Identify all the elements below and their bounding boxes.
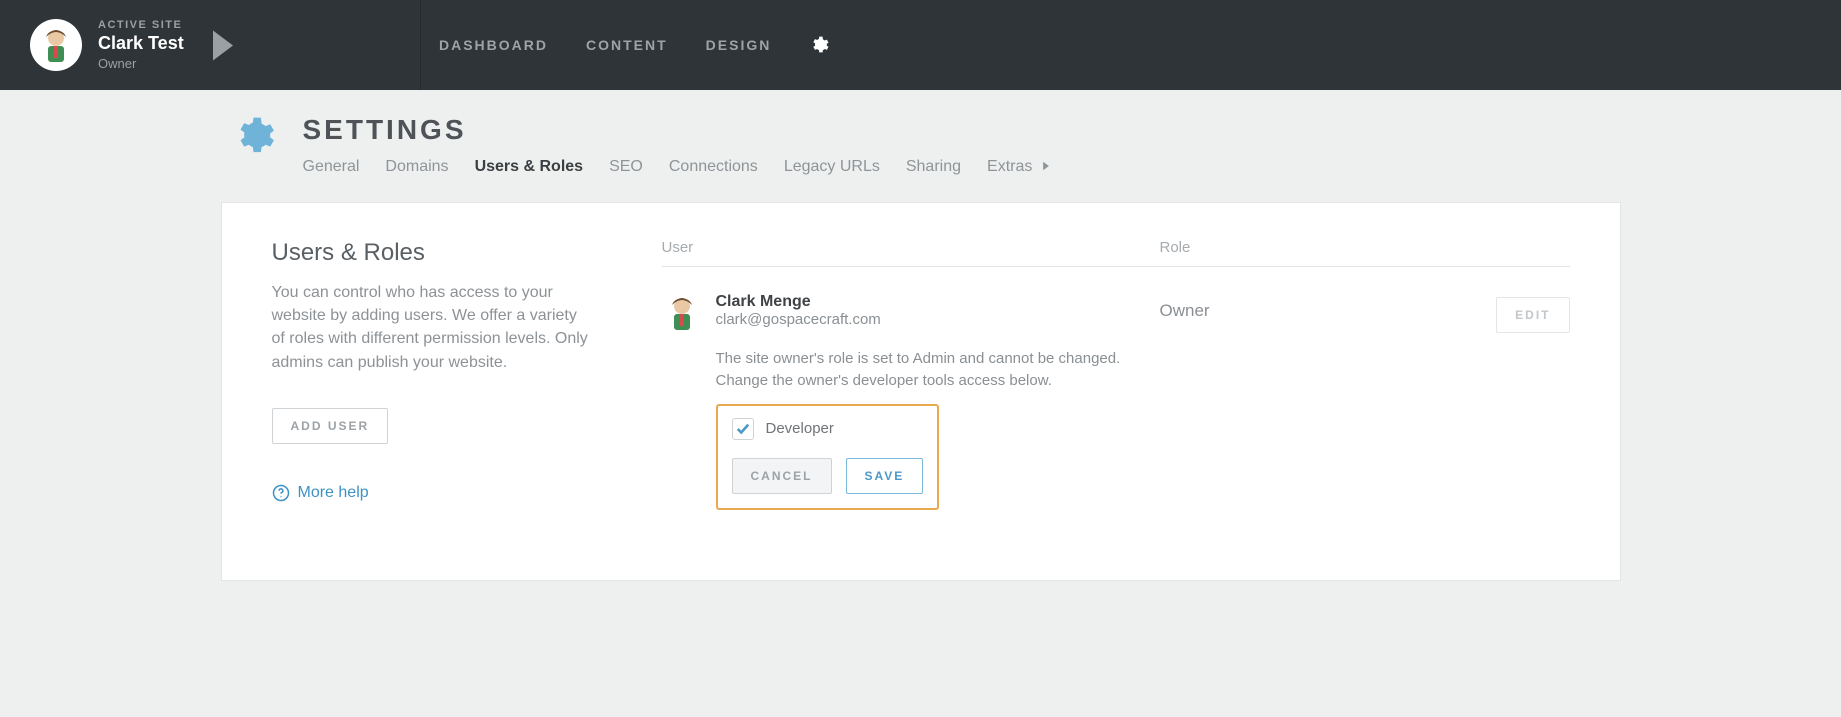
section-title: Users & Roles <box>272 239 632 267</box>
more-help-link[interactable]: More help <box>272 484 369 502</box>
active-site-block: ACTIVE SITE Clark Test Owner <box>30 19 420 71</box>
help-icon <box>272 484 290 502</box>
developer-label: Developer <box>766 420 834 437</box>
nav-content[interactable]: CONTENT <box>586 37 668 53</box>
page: SETTINGS General Domains Users & Roles S… <box>0 90 1841 631</box>
settings-icon <box>231 114 275 163</box>
user-name: Clark Menge <box>716 293 1160 311</box>
users-roles-card: Users & Roles You can control who has ac… <box>221 202 1621 581</box>
add-user-button[interactable]: ADD USER <box>272 408 389 444</box>
avatar-illustration-icon <box>36 25 76 65</box>
table-header: User Role <box>662 239 1570 267</box>
owner-role-note: The site owner's role is set to Admin an… <box>716 348 1160 392</box>
caret-right-icon <box>208 28 238 63</box>
site-avatar <box>30 19 82 71</box>
subnav-connections[interactable]: Connections <box>669 158 758 176</box>
column-user: User <box>662 239 1160 256</box>
site-switcher-caret[interactable] <box>208 30 238 60</box>
page-title: SETTINGS <box>303 114 1051 146</box>
site-name: Clark Test <box>98 33 184 54</box>
nav-dashboard[interactable]: DASHBOARD <box>439 37 548 53</box>
site-role: Owner <box>98 56 184 71</box>
active-site-label: ACTIVE SITE <box>98 19 184 31</box>
subnav-extras-label: Extras <box>987 158 1032 175</box>
save-button[interactable]: SAVE <box>846 458 924 494</box>
nav-design[interactable]: DESIGN <box>706 37 772 53</box>
check-icon <box>736 422 750 436</box>
user-row: Clark Menge clark@gospacecraft.com The s… <box>662 293 1570 510</box>
user-role: Owner <box>1160 293 1460 321</box>
card-right: User Role Clark Menge <box>662 239 1570 510</box>
caret-right-icon <box>1037 158 1051 175</box>
avatar-illustration-icon <box>662 293 702 333</box>
primary-nav: DASHBOARD CONTENT DESIGN <box>439 35 829 55</box>
user-avatar <box>662 293 702 333</box>
developer-highlight: Developer CANCEL SAVE <box>716 404 940 510</box>
topbar: ACTIVE SITE Clark Test Owner DASHBOARD C… <box>0 0 1841 90</box>
cancel-button[interactable]: CANCEL <box>732 458 832 494</box>
site-meta: ACTIVE SITE Clark Test Owner <box>98 19 184 71</box>
page-header: SETTINGS General Domains Users & Roles S… <box>231 114 1621 176</box>
nav-divider <box>420 0 421 90</box>
gear-icon <box>231 114 275 158</box>
more-help-label: More help <box>298 484 369 502</box>
section-description: You can control who has access to your w… <box>272 281 592 374</box>
column-actions <box>1460 239 1570 256</box>
subnav-domains[interactable]: Domains <box>385 158 448 176</box>
subnav-general[interactable]: General <box>303 158 360 176</box>
user-email: clark@gospacecraft.com <box>716 311 1160 328</box>
settings-subnav: General Domains Users & Roles SEO Connec… <box>303 158 1051 176</box>
subnav-seo[interactable]: SEO <box>609 158 643 176</box>
card-left: Users & Roles You can control who has ac… <box>272 239 632 510</box>
subnav-extras[interactable]: Extras <box>987 158 1051 176</box>
subnav-legacy-urls[interactable]: Legacy URLs <box>784 158 880 176</box>
nav-settings[interactable] <box>809 35 829 55</box>
subnav-sharing[interactable]: Sharing <box>906 158 961 176</box>
developer-checkbox[interactable] <box>732 418 754 440</box>
subnav-users-roles[interactable]: Users & Roles <box>475 158 584 176</box>
edit-user-button[interactable]: EDIT <box>1496 297 1569 333</box>
gear-icon <box>809 35 829 55</box>
column-role: Role <box>1160 239 1460 256</box>
